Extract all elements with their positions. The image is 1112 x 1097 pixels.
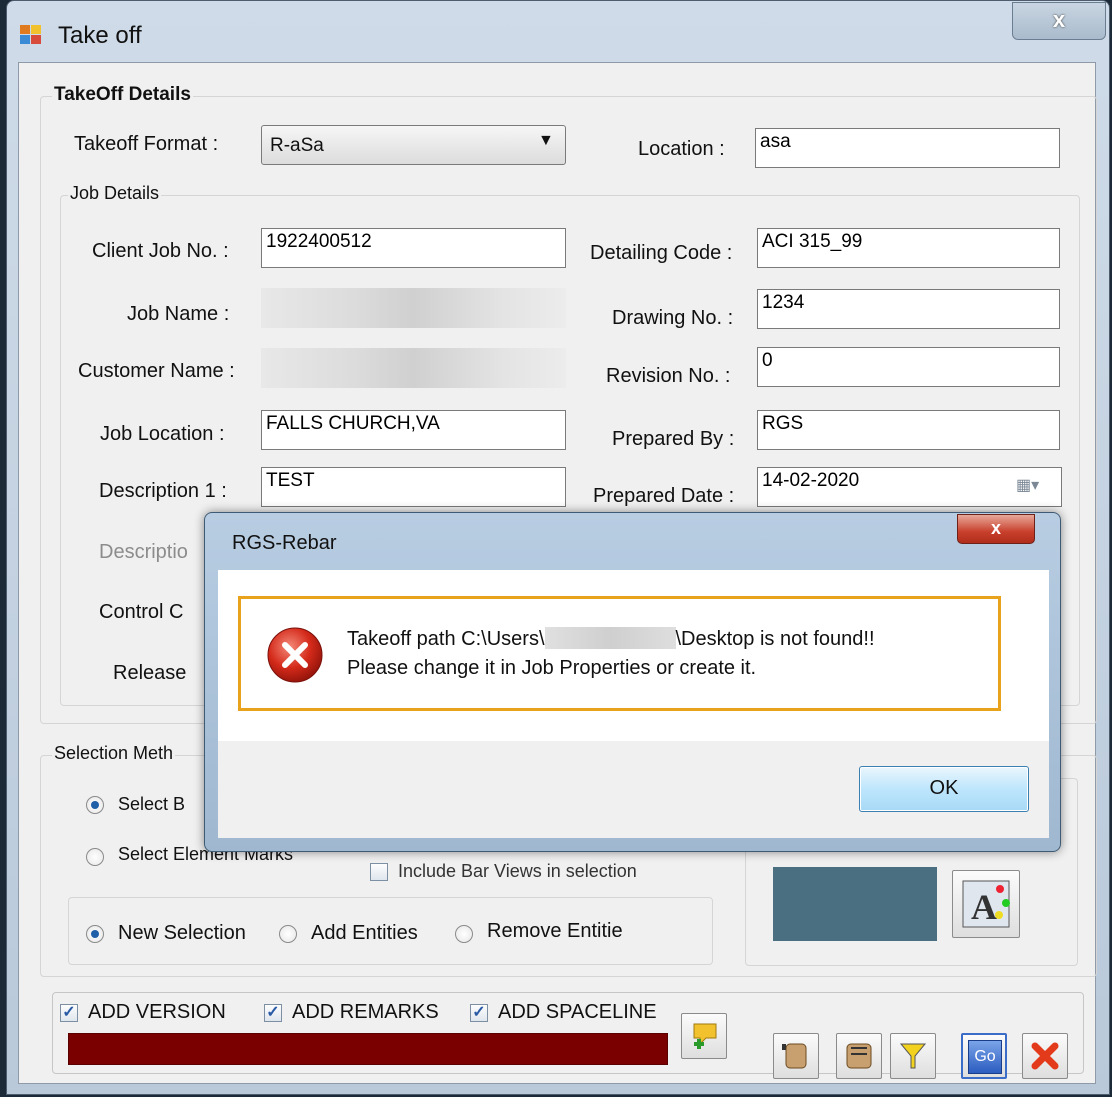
drawing-no-label: Drawing No. : [612, 307, 734, 329]
progress-bar [68, 1033, 668, 1065]
dialog-message-line2: Please change it in Job Properties or cr… [347, 657, 757, 679]
detailing-code-label: Detailing Code : [590, 242, 733, 264]
window-title: Take off [58, 22, 142, 49]
location-label: Location : [638, 138, 725, 160]
include-bar-views-checkbox[interactable] [370, 863, 388, 881]
description2-label: Descriptio [99, 541, 188, 563]
prepared-by-input[interactable]: RGS [757, 410, 1060, 450]
cancel-icon [1031, 1042, 1059, 1070]
client-job-no-input[interactable]: 1922400512 [261, 228, 566, 268]
dialog-title: RGS-Rebar [232, 532, 337, 554]
chevron-down-icon: ▼ [538, 132, 554, 149]
client-job-no-label: Client Job No. : [92, 240, 229, 262]
preview-color [773, 867, 937, 941]
description1-label: Description 1 : [99, 480, 227, 502]
add-remarks-checkbox[interactable]: ✓ [264, 1004, 282, 1022]
selection-method-label: Selection Meth [52, 743, 176, 764]
job-location-input[interactable]: FALLS CHURCH,VA [261, 410, 566, 450]
go-button[interactable]: Go [961, 1033, 1007, 1079]
include-bar-views-label: Include Bar Views in selection [398, 861, 637, 881]
release-label: Release [113, 662, 187, 684]
message-part2: \Desktop is not found!! [675, 628, 875, 650]
add-remark-button[interactable] [681, 1013, 727, 1059]
new-selection-label: New Selection [118, 922, 246, 944]
drawing-no-input[interactable]: 1234 [757, 289, 1060, 329]
add-entities-label: Add Entities [311, 922, 418, 944]
control-label: Control C [99, 601, 184, 623]
job-location-label: Job Location : [100, 423, 225, 445]
job-details-label: Job Details [68, 183, 162, 204]
cancel-button[interactable] [1022, 1033, 1068, 1079]
ok-button[interactable]: OK [859, 766, 1029, 812]
customer-name-input-redacted[interactable] [261, 348, 566, 388]
prepared-by-label: Prepared By : [612, 428, 735, 450]
prepared-date-value: 14-02-2020 [762, 470, 860, 491]
text-style-icon: A [962, 880, 1010, 928]
revision-no-label: Revision No. : [606, 365, 731, 387]
error-icon [266, 626, 324, 684]
calendar-icon[interactable]: ▦▾ [1016, 475, 1039, 495]
text-style-button[interactable]: A [952, 870, 1020, 938]
dialog-message-line1: Takeoff path C:\Users\ \Desktop is not fo… [347, 627, 875, 651]
description1-input[interactable]: TEST [261, 467, 566, 507]
takeoff-format-dropdown[interactable]: R-aSa ▼ [261, 125, 566, 165]
add-entities-radio[interactable] [279, 925, 297, 943]
filter-icon [899, 1043, 927, 1069]
new-selection-radio[interactable] [86, 925, 104, 943]
detailing-code-input[interactable]: ACI 315_99 [757, 228, 1060, 268]
app-icon [20, 25, 42, 45]
select-element-marks-radio[interactable] [86, 848, 104, 866]
select-bar-radio[interactable] [86, 796, 104, 814]
add-version-checkbox[interactable]: ✓ [60, 1004, 78, 1022]
message-part1: Takeoff path C:\Users\ [347, 628, 545, 650]
add-spaceline-checkbox[interactable]: ✓ [470, 1004, 488, 1022]
message-highlight [238, 596, 1001, 711]
go-label: Go [968, 1040, 1002, 1074]
prepared-date-label: Prepared Date : [593, 485, 735, 507]
window-close-button[interactable]: x [1012, 2, 1106, 40]
customer-name-label: Customer Name : [78, 360, 235, 382]
job-name-input-redacted[interactable] [261, 288, 566, 328]
preview-swatch [773, 867, 937, 941]
location-input[interactable]: asa [755, 128, 1060, 168]
takeoff-format-value: R-aSa [270, 135, 324, 156]
filter-button[interactable] [890, 1033, 936, 1079]
add-remarks-label: ADD REMARKS [292, 1001, 439, 1023]
select-bar-label: Select B [118, 794, 186, 814]
hand-select-icon [782, 1043, 807, 1069]
prepared-date-picker[interactable]: 14-02-2020 ▦▾ [757, 467, 1062, 507]
add-spaceline-label: ADD SPACELINE [498, 1001, 657, 1023]
multi-hand-select-button[interactable] [836, 1033, 882, 1079]
revision-no-input[interactable]: 0 [757, 347, 1060, 387]
add-remark-icon [693, 1023, 717, 1049]
multi-hand-select-icon [846, 1043, 872, 1069]
takeoff-details-label: TakeOff Details [52, 84, 193, 106]
remove-entities-label: Remove Entitie [487, 920, 623, 942]
svg-text:A: A [971, 887, 997, 927]
redacted-username [544, 627, 676, 649]
takeoff-format-label: Takeoff Format : [74, 133, 219, 155]
dialog-close-button[interactable]: x [957, 514, 1035, 544]
hand-select-button[interactable] [773, 1033, 819, 1079]
job-name-label: Job Name : [127, 303, 230, 325]
add-version-label: ADD VERSION [88, 1001, 226, 1023]
remove-entities-radio[interactable] [455, 925, 473, 943]
